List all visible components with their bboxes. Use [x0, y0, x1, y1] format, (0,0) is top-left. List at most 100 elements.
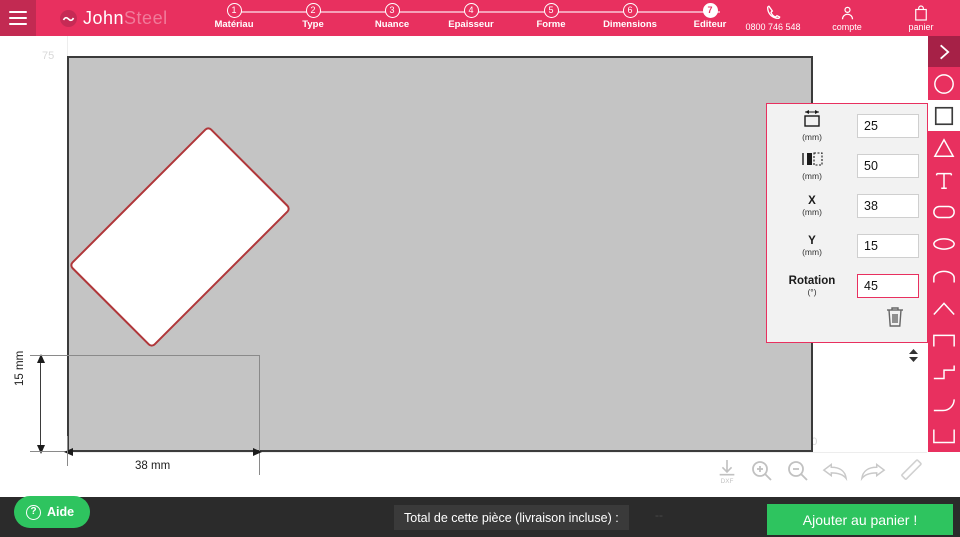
drawing-canvas[interactable]: 75 150 15 mm 38 mm [0, 36, 960, 497]
chevron-up-tool[interactable] [928, 292, 960, 324]
help-button[interactable]: ? Aide [14, 496, 91, 528]
step-item-3[interactable]: 3 Nuance [352, 3, 432, 30]
account-label: compte [832, 22, 862, 32]
axis-label-y: 75 [42, 50, 55, 62]
ellipse-tool[interactable] [928, 228, 960, 260]
step-item-5[interactable]: 5 Forme [511, 3, 591, 30]
triangle-tool[interactable] [928, 132, 960, 164]
question-mark-icon: ? [26, 504, 41, 520]
step-item-2[interactable]: 2 Type [273, 3, 353, 30]
brand-primary: John [83, 7, 125, 28]
brand-secondary: Steel [124, 7, 168, 28]
circle-tool[interactable] [928, 68, 960, 100]
canvas-toolbar: DXF [716, 458, 922, 489]
rotation-unit: (°) [807, 286, 817, 297]
ruler-icon[interactable] [898, 459, 922, 488]
cart-link[interactable]: panier [892, 4, 950, 32]
step-dot-2: 2 [305, 3, 321, 18]
total-label-box: Total de cette pièce (livraison incluse)… [394, 505, 629, 530]
step-dot-4: 4 [463, 3, 479, 18]
cart-label: panier [908, 22, 934, 32]
width-dimension-icon [801, 109, 823, 133]
y-unit: (mm) [802, 246, 822, 257]
download-dxf-icon[interactable]: DXF [716, 458, 738, 489]
phone-label: 0800 746 548 [745, 22, 801, 32]
hamburger-icon[interactable] [0, 0, 36, 36]
height-dimension-label: (mm) [767, 150, 857, 181]
add-to-cart-button[interactable]: Ajouter au panier ! [767, 504, 953, 535]
square-tool[interactable] [928, 100, 960, 132]
step-progress: 1 Matériau 2 Type 3 Nuance 4 Epaisseur 5… [212, 0, 742, 36]
y-label-text: Y [808, 234, 816, 247]
y-input[interactable] [857, 234, 919, 258]
chevron-right-tool[interactable] [928, 36, 960, 68]
width-unit: (mm) [802, 131, 822, 142]
dimension-label-width: 38 mm [135, 460, 171, 472]
shape-toolbar [928, 36, 960, 461]
height-unit: (mm) [802, 170, 822, 181]
shopping-bag-icon [914, 4, 928, 21]
step-label-7: Editeur [693, 19, 727, 30]
phone-icon [765, 4, 781, 21]
ext-line-left [67, 436, 68, 466]
redo-icon[interactable] [860, 460, 886, 487]
height-input[interactable] [857, 154, 919, 178]
shape-properties-panel: (mm) (mm) [766, 103, 929, 362]
app-header: JohnSteel 1 Matériau 2 Type 3 Nuance 4 E… [0, 0, 960, 36]
step-label-5: Forme [536, 19, 566, 30]
account-link[interactable]: compte [818, 4, 876, 32]
step-label-6: Dimensions [603, 19, 657, 30]
text-tool[interactable] [928, 164, 960, 196]
step-item-1[interactable]: 1 Matériau [194, 3, 274, 30]
zoom-in-icon[interactable] [750, 459, 774, 488]
y-label: Y (mm) [767, 235, 857, 258]
arch-tool[interactable] [928, 260, 960, 292]
step-dot-6: 6 [622, 3, 638, 18]
zoom-out-icon[interactable] [786, 459, 810, 488]
curve-corner-tool[interactable] [928, 388, 960, 420]
step-label-4: Epaisseur [448, 19, 494, 30]
dimension-arrows-vertical [37, 354, 45, 454]
property-row-x: X (mm) [767, 186, 929, 226]
stadium-tool[interactable] [928, 196, 960, 228]
header-actions: 0800 746 548 compte panier [744, 0, 954, 36]
corner-tool[interactable] [928, 420, 960, 452]
brand-logo[interactable]: JohnSteel [60, 8, 168, 29]
editor-page: JohnSteel 1 Matériau 2 Type 3 Nuance 4 E… [0, 0, 960, 537]
rotation-label: Rotation (°) [767, 275, 857, 298]
rotation-label-text: Rotation [788, 274, 836, 287]
property-row-height: (mm) [767, 146, 929, 186]
step-dot-1: 1 [226, 3, 242, 18]
step-item-4[interactable]: 4 Epaisseur [431, 3, 511, 30]
trash-icon[interactable] [885, 305, 905, 334]
step-dot-5: 5 [543, 3, 559, 18]
ext-line-top [30, 355, 60, 356]
help-label: Aide [47, 505, 75, 519]
step-dot-7: 7 [702, 3, 718, 18]
rotation-input[interactable] [857, 274, 919, 298]
x-label-text: X [808, 194, 816, 207]
height-dimension-icon [799, 150, 825, 172]
total-label: Total de cette pièce (livraison incluse)… [404, 510, 619, 525]
dimension-arrows-horizontal [64, 448, 262, 456]
guide-horizontal-top [38, 355, 260, 356]
x-input[interactable] [857, 194, 919, 218]
spinner-up-down-icon[interactable] [907, 344, 919, 366]
width-input[interactable] [857, 114, 919, 138]
phone-contact[interactable]: 0800 746 548 [744, 4, 802, 32]
step-item-6[interactable]: 6 Dimensions [590, 3, 670, 30]
johnsteel-logo-icon [60, 9, 77, 27]
total-value: -- [655, 508, 663, 522]
property-row-rotation: Rotation (°) [767, 266, 929, 306]
square-notch-tool[interactable] [928, 324, 960, 356]
step-item-7[interactable]: 7 Editeur [670, 3, 750, 30]
undo-icon[interactable] [822, 460, 848, 487]
property-row-y: Y (mm) [767, 226, 929, 266]
svg-text:DXF: DXF [721, 478, 734, 484]
user-icon [840, 4, 855, 21]
step-dot-3: 3 [384, 3, 400, 18]
step-tool[interactable] [928, 356, 960, 388]
brand-name: JohnSteel [83, 8, 168, 29]
x-label: X (mm) [767, 195, 857, 218]
dimension-label-height: 15 mm [14, 350, 26, 386]
